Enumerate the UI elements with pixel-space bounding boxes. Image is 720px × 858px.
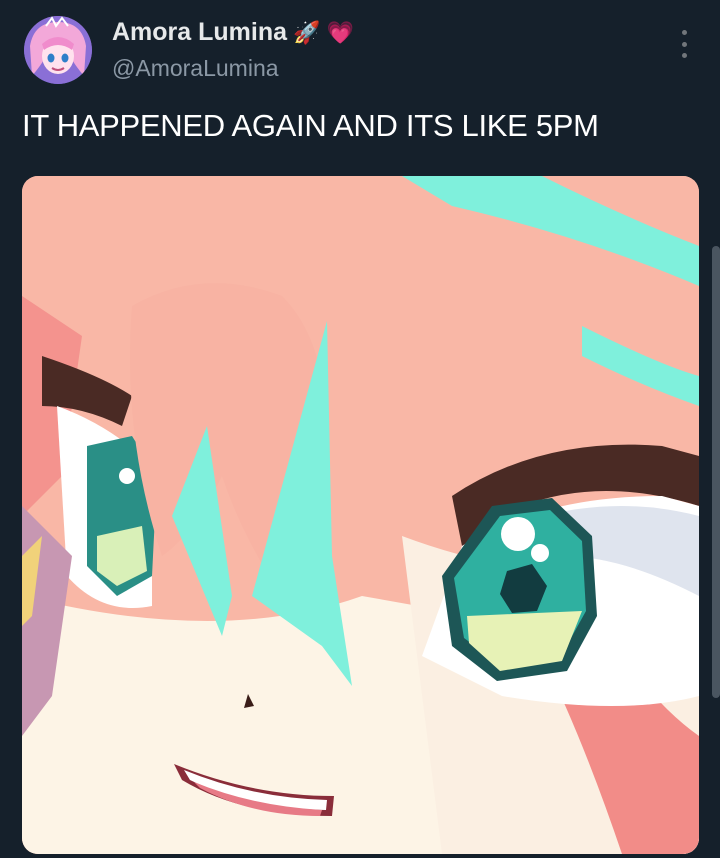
author-name-row[interactable]: Amora Lumina 🚀 💗 bbox=[112, 18, 354, 47]
more-vertical-icon[interactable] bbox=[672, 30, 696, 58]
tweet-text: IT HAPPENED AGAIN AND ITS LIKE 5PM bbox=[22, 108, 599, 143]
avatar[interactable] bbox=[24, 16, 92, 84]
author-display-name[interactable]: Amora Lumina bbox=[112, 18, 287, 47]
tweet-header: Amora Lumina 🚀 💗 @AmoraLumina bbox=[0, 0, 720, 100]
author-handle[interactable]: @AmoraLumina bbox=[112, 55, 279, 82]
scrollbar[interactable] bbox=[712, 246, 720, 698]
rocket-icon: 🚀 bbox=[293, 19, 321, 45]
heart-icon: 💗 bbox=[326, 19, 354, 45]
tweet-media-image[interactable] bbox=[22, 176, 699, 854]
